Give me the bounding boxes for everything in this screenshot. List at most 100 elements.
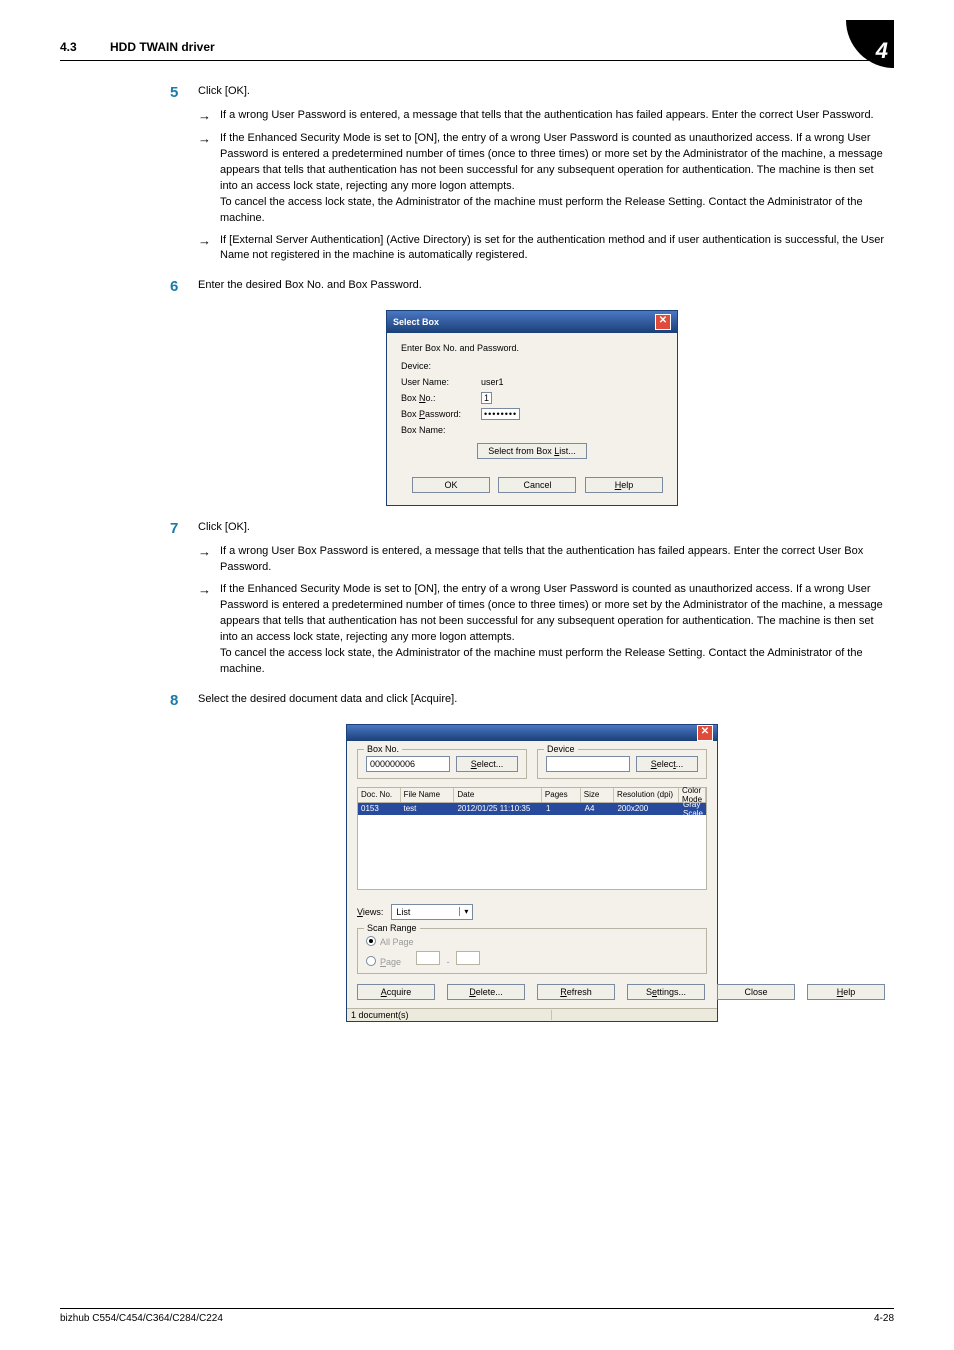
boxname-label: Box Name:	[401, 425, 481, 435]
page-label: Page	[380, 957, 401, 967]
device-label: Device:	[401, 361, 481, 371]
all-page-label: All Page	[380, 937, 414, 947]
dialog-titlebar: Select Box ✕	[387, 311, 677, 333]
acquire-dialog-figure: . ✕ Box No. 000000006 Select...	[170, 724, 894, 1022]
col-pages[interactable]: Pages	[542, 788, 581, 802]
delete-button[interactable]: Delete...	[447, 984, 525, 1000]
device-legend: Device	[544, 744, 578, 754]
document-list[interactable]: 0153 test 2012/01/25 11:10:35 1 A4 200x2…	[357, 803, 707, 890]
page-to-input[interactable]	[456, 951, 480, 965]
boxno-legend: Box No.	[364, 744, 402, 754]
select-box-dialog-figure: Select Box ✕ Enter Box No. and Password.…	[170, 310, 894, 506]
step-7-bullet-2: If the Enhanced Security Mode is set to …	[220, 582, 894, 678]
step-7: 7 Click [OK].	[170, 520, 894, 538]
step-7-number: 7	[170, 520, 198, 538]
cell-pages: 1	[543, 804, 582, 813]
username-label: User Name:	[401, 377, 481, 387]
views-row: Views: List ▾	[357, 904, 707, 920]
boxpw-input[interactable]: ••••••••	[481, 408, 520, 420]
boxno-label: Box No.:	[401, 393, 481, 403]
views-label: Views:	[357, 907, 383, 917]
col-resolution[interactable]: Resolution (dpi)	[614, 788, 679, 802]
step-8-text: Select the desired document data and cli…	[198, 692, 457, 708]
boxno-input[interactable]: 1	[481, 392, 492, 404]
device-select-button[interactable]: Select...	[636, 756, 698, 772]
step-6-text: Enter the desired Box No. and Box Passwo…	[198, 278, 422, 294]
page-header: 4.3 HDD TWAIN driver 4	[60, 40, 894, 66]
cell-resolution: 200x200	[614, 804, 680, 813]
arrow-icon: →	[198, 582, 220, 599]
views-select[interactable]: List ▾	[391, 904, 473, 920]
arrow-icon: →	[198, 233, 220, 250]
cell-file-name: test	[400, 804, 454, 813]
status-bar: 1 document(s)	[347, 1008, 717, 1021]
dialog-subtitle: Enter Box No. and Password.	[401, 343, 663, 353]
status-document-count: 1 document(s)	[351, 1010, 552, 1020]
help-button[interactable]: Help	[807, 984, 885, 1000]
step-6: 6 Enter the desired Box No. and Box Pass…	[170, 278, 894, 296]
views-value: List	[392, 907, 459, 917]
select-from-box-list-button[interactable]: Select from Box List...	[477, 443, 587, 459]
page-from-input[interactable]	[416, 951, 440, 965]
document-list-header: Doc. No. File Name Date Pages Size Resol…	[357, 787, 707, 803]
dialog-button-row: Acquire Delete... Refresh Settings... Cl…	[357, 984, 707, 1000]
arrow-icon: →	[198, 108, 220, 125]
step-7-bullet-1: If a wrong User Box Password is entered,…	[220, 544, 894, 576]
chapter-number: 4	[876, 38, 888, 64]
close-button[interactable]: Close	[717, 984, 795, 1000]
acquire-button[interactable]: Acquire	[357, 984, 435, 1000]
cell-doc-no: 0153	[358, 804, 400, 813]
close-icon[interactable]: ✕	[655, 314, 671, 330]
cell-color-mode: Gray Scale	[680, 800, 706, 818]
section-title: HDD TWAIN driver	[110, 40, 215, 54]
footer-model: bizhub C554/C454/C364/C284/C224	[60, 1313, 223, 1324]
step-5-text: Click [OK].	[198, 84, 250, 100]
step-8: 8 Select the desired document data and c…	[170, 692, 894, 710]
cell-size: A4	[582, 804, 615, 813]
page-footer: bizhub C554/C454/C364/C284/C224 4-28	[60, 1308, 894, 1324]
settings-button[interactable]: Settings...	[627, 984, 705, 1000]
device-value	[546, 756, 630, 772]
cancel-button[interactable]: Cancel	[498, 477, 576, 493]
step-7-bullets: →If a wrong User Box Password is entered…	[198, 544, 894, 678]
help-button[interactable]: Help	[585, 477, 663, 493]
radio-page-range[interactable]	[366, 956, 376, 966]
step-5: 5 Click [OK].	[170, 84, 894, 102]
radio-all-page[interactable]	[366, 936, 376, 946]
step-5-number: 5	[170, 84, 198, 102]
device-fieldset: Device Select...	[537, 749, 707, 779]
arrow-icon: →	[198, 131, 220, 148]
header-rule	[60, 60, 894, 61]
dash: -	[447, 957, 450, 967]
col-file-name[interactable]: File Name	[401, 788, 455, 802]
col-date[interactable]: Date	[454, 788, 542, 802]
step-6-number: 6	[170, 278, 198, 296]
step-8-number: 8	[170, 692, 198, 710]
step-5-bullet-3: If [External Server Authentication] (Act…	[220, 233, 894, 265]
dialog-titlebar: . ✕	[347, 725, 717, 741]
boxno-select-button[interactable]: Select...	[456, 756, 518, 772]
footer-page-number: 4-28	[874, 1313, 894, 1324]
table-row[interactable]: 0153 test 2012/01/25 11:10:35 1 A4 200x2…	[358, 803, 706, 815]
dialog-title: Select Box	[393, 317, 439, 327]
step-5-bullets: →If a wrong User Password is entered, a …	[198, 108, 894, 264]
close-icon[interactable]: ✕	[697, 725, 713, 741]
acquire-dialog: . ✕ Box No. 000000006 Select...	[346, 724, 718, 1022]
select-box-dialog: Select Box ✕ Enter Box No. and Password.…	[386, 310, 678, 506]
boxno-fieldset: Box No. 000000006 Select...	[357, 749, 527, 779]
arrow-icon: →	[198, 544, 220, 561]
boxpw-label: Box Password:	[401, 409, 481, 419]
ok-button[interactable]: OK	[412, 477, 490, 493]
refresh-button[interactable]: Refresh	[537, 984, 615, 1000]
cell-date: 2012/01/25 11:10:35	[454, 804, 543, 813]
boxno-value: 000000006	[366, 756, 450, 772]
username-value: user1	[481, 377, 663, 387]
step-7-text: Click [OK].	[198, 520, 250, 536]
section-number: 4.3	[60, 40, 77, 54]
scan-range-fieldset: Scan Range All Page Page -	[357, 928, 707, 974]
col-size[interactable]: Size	[581, 788, 614, 802]
step-5-bullet-1: If a wrong User Password is entered, a m…	[220, 108, 894, 124]
scan-range-legend: Scan Range	[364, 923, 420, 933]
chevron-down-icon: ▾	[459, 907, 472, 916]
col-doc-no[interactable]: Doc. No.	[358, 788, 401, 802]
